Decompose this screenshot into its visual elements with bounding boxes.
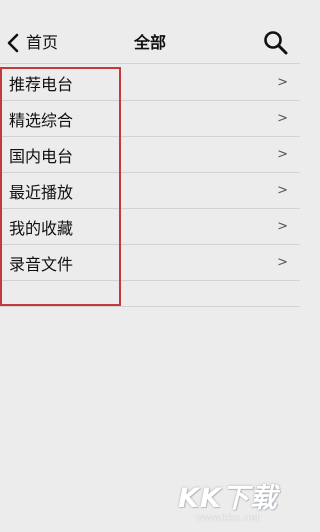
watermark-logo: KK下载 [178,483,278,514]
top-bar: 首页 全部 [0,0,300,64]
list-item-label: 最近播放 [9,182,74,202]
list-item-domestic-radio[interactable]: 国内电台 > [0,137,300,173]
list-item-label: 推荐电台 [9,74,74,94]
list-item-featured[interactable]: 精选综合 > [0,101,300,137]
category-list: 推荐电台 > 精选综合 > 国内电台 > 最近播放 > 我的收藏 > 录音文件 … [0,65,300,307]
chevron-right-icon: > [277,219,288,234]
list-item-label: 国内电台 [9,146,74,166]
watermark: KK下载 www.kkx.net [164,476,292,524]
chevron-right-icon: > [277,255,288,270]
list-item-recommended-radio[interactable]: 推荐电台 > [0,65,300,101]
list-item-label: 我的收藏 [9,218,74,238]
search-button[interactable] [262,29,290,57]
list-item-label: 精选综合 [9,110,74,130]
chevron-right-icon: > [277,183,288,198]
list-item-label: 录音文件 [9,254,74,274]
chevron-right-icon: > [277,147,288,162]
chevron-right-icon: > [277,111,288,126]
list-item-recently-played[interactable]: 最近播放 > [0,173,300,209]
list-item-my-favorites[interactable]: 我的收藏 > [0,209,300,245]
page-title: 全部 [133,33,166,52]
chevron-right-icon: > [277,75,288,90]
search-icon [262,31,290,61]
list-item-recordings[interactable]: 录音文件 > [0,245,300,281]
empty-list-row [0,281,300,307]
